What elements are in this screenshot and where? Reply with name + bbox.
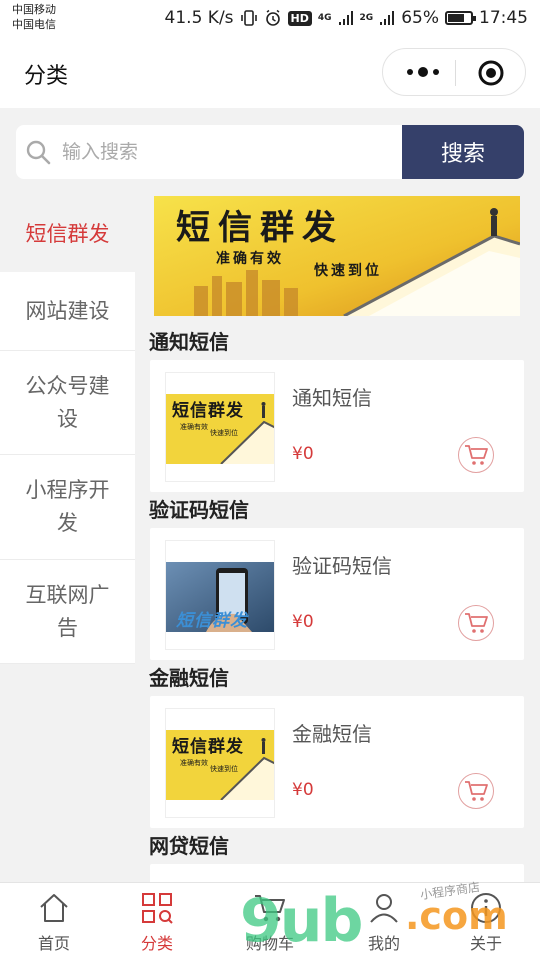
sidebar-item-label: 互联网广告: [25, 582, 110, 640]
battery-percent: 65%: [401, 8, 439, 28]
search-button[interactable]: 搜索: [402, 125, 524, 179]
cart-icon: [255, 895, 285, 922]
product-card[interactable]: 短信群发 准确有效 快速到位 金融短信 ¥0: [150, 696, 524, 828]
section-title: 金融短信: [149, 666, 229, 690]
search-box: [16, 125, 402, 179]
network-type-1: 4G: [317, 12, 332, 23]
battery-icon: [445, 11, 476, 25]
tab-home[interactable]: 首页: [0, 883, 108, 960]
product-name: 金融短信: [292, 722, 372, 746]
capsule-divider: [455, 60, 456, 86]
add-to-cart-button[interactable]: [458, 605, 494, 641]
clock: 17:45: [479, 8, 528, 28]
product-price: ¥0: [292, 612, 314, 632]
page-title: 分类: [24, 64, 69, 89]
banner-tagline-1: 准确有效: [216, 251, 284, 267]
category-icon: [142, 893, 173, 924]
thumb-headline: 短信群发: [172, 401, 244, 421]
sidebar-item-official-account[interactable]: 公众号建设: [0, 351, 135, 455]
add-to-cart-button[interactable]: [458, 437, 494, 473]
carrier-1: 中国移动: [12, 3, 56, 16]
tab-cart[interactable]: 购物车: [216, 883, 324, 960]
status-indicators: 41.5 K/s HD 4G 2G 65% 17:45: [165, 6, 528, 30]
network-type-2: 2G: [359, 12, 374, 23]
thumb-tagline-2: 快速到位: [210, 765, 238, 773]
bottom-tabbar: 首页 分类 购物车 我的 关于: [0, 882, 540, 960]
signal-icon: [338, 11, 353, 25]
vibrate-icon: [240, 10, 257, 26]
tab-label: 我的: [367, 934, 400, 953]
tab-category[interactable]: 分类: [103, 883, 211, 960]
home-icon: [40, 894, 68, 922]
thumb-tagline-1: 准确有效: [180, 759, 208, 767]
sidebar-item-label: 网站建设: [25, 298, 110, 323]
network-speed: 41.5 K/s: [164, 8, 234, 28]
category-sidebar: 短信群发 网站建设 公众号建设 小程序开发 互联网广告: [0, 196, 135, 882]
add-to-cart-button[interactable]: [458, 773, 494, 809]
product-card[interactable]: [150, 864, 524, 882]
banner-tagline-2: 快速到位: [314, 263, 382, 279]
sidebar-item-website[interactable]: 网站建设: [0, 272, 135, 351]
cart-icon: [465, 445, 488, 465]
miniprogram-capsule: [382, 48, 526, 96]
sidebar-item-internet-ads[interactable]: 互联网广告: [0, 560, 135, 664]
search-bar: 搜索: [0, 108, 540, 196]
cart-icon: [465, 781, 488, 801]
product-thumbnail: 短信群发 准确有效 快速到位: [165, 708, 275, 818]
tab-about[interactable]: 关于: [432, 883, 540, 960]
section-title: 网贷短信: [149, 834, 229, 858]
thumb-tagline-2: 快速到位: [210, 429, 238, 437]
product-image: 短信群发 准确有效 快速到位: [166, 394, 274, 464]
sidebar-item-label: 短信群发: [25, 221, 110, 246]
more-icon[interactable]: [401, 59, 445, 85]
signal-icon-2: [380, 11, 395, 25]
product-price: ¥0: [292, 444, 314, 464]
thumb-phone-caption: 短信群发: [176, 611, 248, 631]
section-title: 通知短信: [149, 330, 229, 354]
banner-headline: 短信群发: [176, 208, 344, 248]
tab-label: 关于: [469, 934, 502, 953]
thumb-tagline-1: 准确有效: [180, 423, 208, 431]
info-icon: [471, 893, 501, 923]
cart-icon: [465, 613, 488, 633]
sidebar-item-label: 公众号建设: [25, 373, 110, 431]
product-image: 短信群发: [166, 562, 274, 632]
user-icon: [370, 894, 398, 923]
product-price: ¥0: [292, 780, 314, 800]
sidebar-item-sms[interactable]: 短信群发: [0, 196, 135, 272]
status-bar: 中国移动 中国电信 41.5 K/s HD 4G 2G 65% 17:45: [0, 0, 540, 38]
sidebar-item-label: 小程序开发: [25, 478, 110, 535]
product-thumbnail: 短信群发 准确有效 快速到位: [165, 372, 275, 482]
close-miniprogram-icon[interactable]: [477, 59, 505, 87]
sidebar-item-miniprogram[interactable]: 小程序开发: [0, 455, 135, 560]
product-thumbnail: 短信群发: [165, 540, 275, 650]
product-card[interactable]: 短信群发 准确有效 快速到位 通知短信 ¥0: [150, 360, 524, 492]
product-image: 短信群发 准确有效 快速到位: [166, 730, 274, 800]
tab-label: 分类: [140, 934, 173, 953]
section-title: 验证码短信: [149, 498, 249, 522]
tab-mine[interactable]: 我的: [330, 883, 438, 960]
alarm-icon: [265, 9, 280, 26]
product-name: 通知短信: [292, 386, 372, 410]
carrier-info: 中国移动 中国电信: [12, 2, 56, 32]
product-list: 短信群发 准确有效 快速到位 通知短信 短信群发 准确有效 快速到位 通知短信 …: [135, 196, 540, 882]
product-name: 验证码短信: [292, 554, 392, 578]
hd-badge: HD: [287, 10, 312, 26]
category-banner[interactable]: 短信群发 准确有效 快速到位: [154, 196, 520, 316]
tab-label: 购物车: [245, 934, 294, 953]
product-card[interactable]: 短信群发 验证码短信 ¥0: [150, 528, 524, 660]
thumb-headline: 短信群发: [172, 737, 244, 757]
title-bar: 分类: [0, 38, 540, 108]
search-icon: [26, 140, 51, 165]
carrier-2: 中国电信: [12, 18, 56, 31]
tab-label: 首页: [37, 934, 70, 953]
search-input[interactable]: [62, 125, 392, 179]
